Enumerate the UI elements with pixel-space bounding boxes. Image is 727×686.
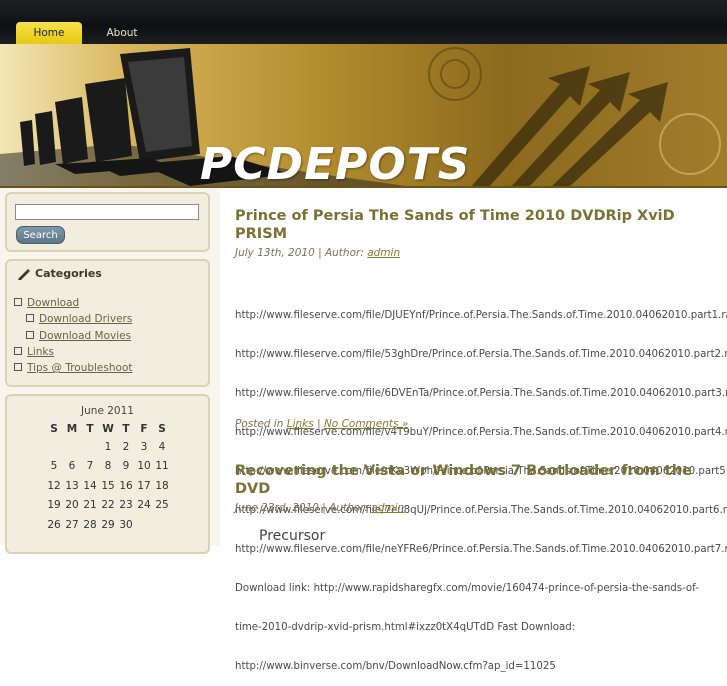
post-body-line[interactable]: http://www.fileserve.com/file/6DVEnTa/Pr… — [235, 387, 727, 400]
weekday-label: T — [122, 423, 130, 435]
posted-in-label: Posted in — [235, 418, 284, 430]
calendar-day: 27 — [65, 518, 79, 531]
categories-widget: Categories Download Download Drivers Dow… — [5, 259, 210, 387]
header-banner: PCDEPOTS — [0, 44, 727, 188]
calendar-day: 6 — [68, 460, 76, 473]
weekday-label: W — [102, 423, 114, 435]
calendar-day: 4 — [158, 440, 166, 453]
calendar-week: 1 2 3 4 — [45, 437, 171, 457]
separator: | — [317, 418, 321, 430]
post-title[interactable]: Recovering the Vista or Windows 7 Bootlo… — [235, 462, 705, 498]
post-body-line[interactable]: http://www.binverse.com/bnv/DownloadNow.… — [235, 660, 727, 673]
calendar-day: 15 — [101, 479, 115, 492]
category-link-download-drivers[interactable]: Download Drivers — [39, 313, 132, 325]
calendar-day: 19 — [47, 499, 61, 512]
calendar-day: 30 — [119, 518, 133, 531]
post-meta: July 13th, 2010 | Author: admin — [235, 247, 400, 259]
calendar-day: 22 — [101, 499, 115, 512]
calendar-day: 11 — [155, 460, 169, 473]
calendar-day: 18 — [155, 479, 169, 492]
calendar-widget: June 2011 S M T W T F S 1 2 3 4 5 6 7 8 … — [5, 394, 210, 554]
post-subheading: Precursor — [259, 528, 326, 544]
calendar-day: 12 — [47, 479, 61, 492]
calendar-day: 16 — [119, 479, 133, 492]
calendar-day: 23 — [119, 499, 133, 512]
nav-tab-about[interactable]: About — [100, 22, 144, 44]
calendar-day: 20 — [65, 499, 79, 512]
category-item-download-drivers: Download Drivers — [26, 311, 145, 327]
top-nav-bar: Home About — [0, 0, 727, 44]
calendar-day: 7 — [86, 460, 94, 473]
search-widget: Search — [5, 192, 210, 252]
post-body-line[interactable]: time-2010-dvdrip-xvid-prism.html#ixzz0tX… — [235, 621, 727, 634]
calendar-day — [45, 437, 63, 457]
categories-heading: Categories — [35, 267, 102, 280]
calendar-day: 10 — [137, 460, 151, 473]
calendar-week: 19 20 21 22 23 24 25 — [45, 496, 171, 516]
calendar-day: 3 — [140, 440, 148, 453]
calendar-day: 1 — [104, 440, 112, 453]
weekday-label: M — [66, 423, 78, 435]
calendar-weekday-row: S M T W T F S — [45, 421, 171, 437]
category-item-download: Download — [14, 295, 133, 311]
weekday-label: F — [140, 423, 148, 435]
calendar-caption: June 2011 — [81, 405, 134, 417]
search-input[interactable] — [15, 204, 199, 220]
calendar-day: 29 — [101, 518, 115, 531]
category-list: Download Download Drivers Download Movie… — [7, 295, 133, 376]
post-body-line[interactable]: http://www.fileserve.com/file/53ghDre/Pr… — [235, 348, 727, 361]
calendar-day — [63, 437, 81, 457]
calendar-week: 5 6 7 8 9 10 11 — [45, 457, 171, 477]
calendar-day — [81, 437, 99, 457]
post-footer: Posted in Links | No Comments » — [235, 418, 408, 430]
calendar-day: 25 — [155, 499, 169, 512]
post-date: June 23rd, 2010 | Author: — [235, 502, 369, 514]
calendar-week: 26 27 28 29 30 — [45, 515, 171, 535]
category-item-links: Links — [14, 344, 133, 360]
category-item-tips: Tips @ Troubleshoot — [14, 360, 133, 376]
post-body-line[interactable]: http://www.fileserve.com/file/DJUEYnf/Pr… — [235, 309, 727, 322]
calendar-day — [135, 515, 153, 535]
calendar-day: 9 — [122, 460, 130, 473]
calendar-day: 28 — [83, 518, 97, 531]
site-title[interactable]: PCDEPOTS — [200, 139, 470, 188]
post-author-link[interactable]: admin — [367, 247, 400, 259]
calendar-day: 8 — [104, 460, 112, 473]
post-author-link[interactable]: admin — [371, 502, 404, 514]
comments-link[interactable]: No Comments » — [324, 418, 408, 430]
weekday-label: S — [50, 423, 58, 435]
weekday-label: T — [86, 423, 94, 435]
calendar-day: 2 — [122, 440, 130, 453]
post-title[interactable]: Prince of Persia The Sands of Time 2010 … — [235, 207, 705, 243]
category-link-links[interactable]: Links — [27, 346, 54, 358]
calendar-table: S M T W T F S 1 2 3 4 5 6 7 8 9 10 11 12 — [45, 421, 171, 535]
category-link-download-movies[interactable]: Download Movies — [39, 330, 131, 342]
nav-tab-home[interactable]: Home — [16, 22, 82, 44]
post-category-link[interactable]: Links — [287, 418, 314, 430]
calendar-day: 13 — [65, 479, 79, 492]
calendar-day — [153, 515, 171, 535]
category-item-download-movies: Download Movies — [26, 328, 145, 344]
category-link-tips[interactable]: Tips @ Troubleshoot — [27, 362, 133, 374]
calendar-day: 24 — [137, 499, 151, 512]
calendar-day: 26 — [47, 518, 61, 531]
calendar-day: 17 — [137, 479, 151, 492]
post-body-line[interactable]: Download link: http://www.rapidsharegfx.… — [235, 582, 727, 595]
calendar-week: 12 13 14 15 16 17 18 — [45, 476, 171, 496]
category-link-download[interactable]: Download — [27, 297, 79, 309]
post-date: July 13th, 2010 | Author: — [235, 247, 364, 259]
calendar-day: 5 — [50, 460, 58, 473]
calendar-day: 21 — [83, 499, 97, 512]
calendar-day: 14 — [83, 479, 97, 492]
weekday-label: S — [158, 423, 166, 435]
search-button[interactable]: Search — [16, 226, 65, 244]
pencil-icon — [18, 269, 30, 280]
post-meta: June 23rd, 2010 | Author: admin — [235, 502, 404, 514]
